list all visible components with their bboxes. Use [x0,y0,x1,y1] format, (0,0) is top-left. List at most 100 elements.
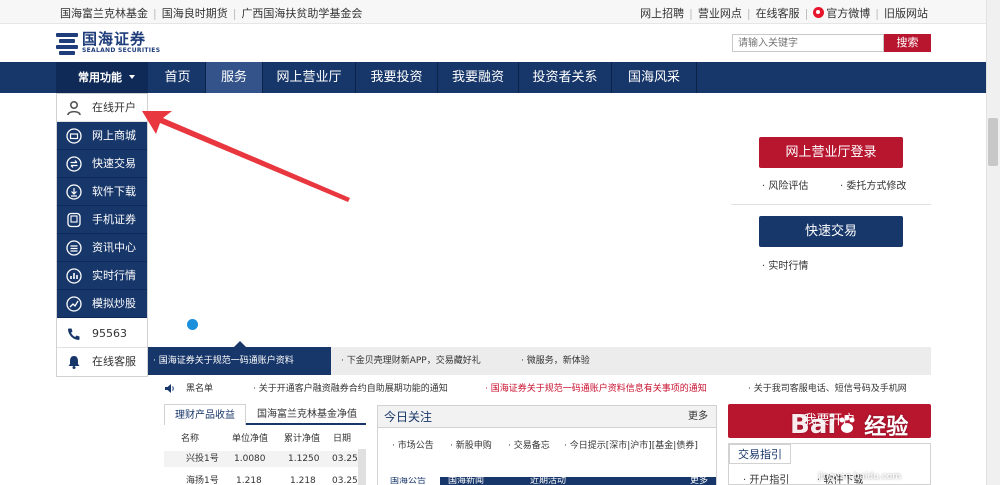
weibo-icon [813,7,825,18]
baidu-paw-icon [839,415,855,433]
search-button[interactable]: 搜索 [884,34,931,52]
cell-name: 海扬1号 [186,476,219,485]
ticker-item[interactable]: · 关于我司客服电话、短信号码及手机网 [748,378,907,400]
list-icon [66,240,82,256]
caret-down-icon [129,75,135,79]
table-header-cumulative-nav: 累计净值 [284,434,321,444]
today-item-ipo[interactable]: · 新股申购 [450,438,492,451]
tab-fund-nav[interactable]: 国海富兰克林基金净值 [248,404,366,425]
top-link-futures[interactable]: 国海良时期货 [162,5,228,21]
user-icon [67,100,81,116]
today-more-link[interactable]: 更多 [688,406,708,428]
top-link-weibo[interactable]: 官方微博 [826,7,870,20]
trend-icon [66,296,82,312]
top-links-right: 网上招聘 | 营业网点 | 在线客服 | 官方微博 | 旧版网站 [640,7,928,20]
download-icon [66,184,82,200]
products-tabs: 理财产品收益 国海富兰克林基金净值 [164,404,366,425]
dropdown-item-hotline[interactable]: 95563 [57,320,147,348]
today-item-tips[interactable]: · 今日提示[深市|沪市][基金|债券] [564,438,698,451]
ticker-item-highlight[interactable]: · 国海证券关于规范一码通账户资料信息有关事项的通知 [485,378,707,400]
main-nav: 常用功能 首页 服务 网上营业厅 我要投资 我要融资 投资者关系 国海风采 [0,62,986,93]
table-header-date: 日期 [333,434,352,444]
top-link-branches[interactable]: 营业网点 [698,7,742,20]
baidu-jingyan-watermark: Bai 经验 [790,402,908,448]
today-item-announcements[interactable]: · 市场公告 [392,438,434,451]
dropdown-item-online-service[interactable]: 在线客服 [57,348,147,376]
strip-item[interactable]: · 下金贝壳理财新APP，交易藏好礼 [341,347,481,375]
nav-invest[interactable]: 我要投资 [356,62,438,93]
tab-sealand-news[interactable]: 国海新闻 [448,477,484,485]
logo-mark-icon [56,32,78,55]
exchange-icon [66,156,82,172]
tab-product-returns[interactable]: 理财产品收益 [164,404,246,425]
risk-assessment-link[interactable]: · 风险评估 [762,177,808,192]
dropdown-item-mobile-securities[interactable]: 手机证券 [57,206,147,234]
nav-financing[interactable]: 我要融资 [438,62,519,93]
logo-text-en: SEALAND SECURITIES [82,46,161,54]
dropdown-item-label: 资讯中心 [92,241,136,254]
chart-icon [66,268,82,284]
online-hall-login-button[interactable]: 网上营业厅登录 [759,137,903,168]
banner-divider [731,204,931,205]
entrust-method-link[interactable]: · 委托方式修改 [840,177,906,192]
search-input[interactable] [732,34,884,52]
top-link-jobs[interactable]: 网上招聘 [640,7,684,20]
news-strip: · 国海证券关于规范一码通账户资料 · 下金贝壳理财新APP，交易藏好礼 · 微… [148,341,931,375]
nav-common-label: 常用功能 [78,71,122,84]
dropdown-item-simulated-trading[interactable]: 模拟炒股 [57,290,147,318]
table-row[interactable]: 海扬1号 1.218 1.218 03.25 [164,473,366,485]
table-header-unit-nav: 单位净值 [232,434,269,444]
top-link-foundation[interactable]: 广西国海扶贫助学基金会 [241,5,362,21]
table-header-name: 名称 [181,434,200,444]
today-title: 今日关注 [384,410,433,424]
nav-service[interactable]: 服务 [206,62,263,93]
realtime-quotes-link[interactable]: · 实时行情 [762,257,808,272]
quick-trade-button[interactable]: 快速交易 [759,216,903,247]
logo-text-cn: 国海证券 [82,29,147,48]
slider-dot[interactable] [187,319,198,330]
tab-sealand-announcements[interactable]: 国海公告 [378,477,440,485]
today-header: 今日关注 更多 [378,406,716,428]
today-focus-panel: 今日关注 更多 · 市场公告 · 新股申购 · 交易备忘 · 今日提示[深市|沪… [377,405,717,485]
nav-common-functions[interactable]: 常用功能 [56,62,148,93]
telephone-icon [68,328,80,340]
dropdown-item-label: 实时行情 [92,269,136,282]
strip-item[interactable]: · 微服务，新体验 [521,347,590,375]
watermark-baidu-text: Bai [790,410,837,440]
cell-cumulative-nav: 1.1250 [288,454,320,464]
dropdown-item-info-center[interactable]: 资讯中心 [57,234,147,262]
hotline-number: 95563 [92,327,127,340]
table-row[interactable]: 兴投1号 1.0080 1.1250 03.25 [164,451,366,467]
guide-link-account[interactable]: · 开户指引 [743,471,789,485]
today-item-memo[interactable]: · 交易备忘 [508,438,550,451]
nav-style[interactable]: 国海风采 [612,62,697,93]
ticker-item[interactable]: 黑名单 [186,378,213,400]
page-scrollbar-thumb[interactable] [988,118,998,166]
strip-item-active[interactable]: · 国海证券关于规范一码通账户资料 [148,347,331,375]
ticker-item[interactable]: · 关于开通客户融资融券合约自助展期功能的通知 [253,378,448,400]
trade-guide-title: 交易指引 [729,444,791,464]
top-link-online-service[interactable]: 在线客服 [756,7,800,20]
cell-name: 兴投1号 [186,454,219,464]
cell-date: 03.25 [332,476,358,485]
top-link-old-site[interactable]: 旧版网站 [884,7,928,20]
dropdown-item-label: 在线客服 [92,355,136,368]
top-links-left: 国海富兰克林基金 | 国海良时期货 | 广西国海扶贫助学基金会 [60,5,363,21]
annotation-arrow [142,111,350,202]
today-bottom-tabs: 国海公告 国海新闻 近期活动 更多 [378,477,716,485]
cell-unit-nav: 1.218 [236,476,262,485]
nav-investor-relations[interactable]: 投资者关系 [519,62,612,93]
watermark-jingyan-text: 经验 [864,415,909,440]
cell-date: 03.25 [332,454,358,464]
site-logo[interactable]: 国海证券 SEALAND SECURITIES [56,31,160,55]
nav-online-hall[interactable]: 网上营业厅 [263,62,356,93]
watermark-url: jingyan.baidu.com [818,472,902,482]
dropdown-item-realtime-quotes[interactable]: 实时行情 [57,262,147,290]
nav-home[interactable]: 首页 [150,62,206,93]
tab-recent-events[interactable]: 近期活动 [530,477,566,485]
top-link-fund[interactable]: 国海富兰克林基金 [60,5,148,21]
table-scrollbar[interactable] [358,449,366,485]
bell-icon [68,356,80,369]
page-scrollbar[interactable] [986,0,1000,485]
today-tabs-more-link[interactable]: 更多 [690,477,708,485]
